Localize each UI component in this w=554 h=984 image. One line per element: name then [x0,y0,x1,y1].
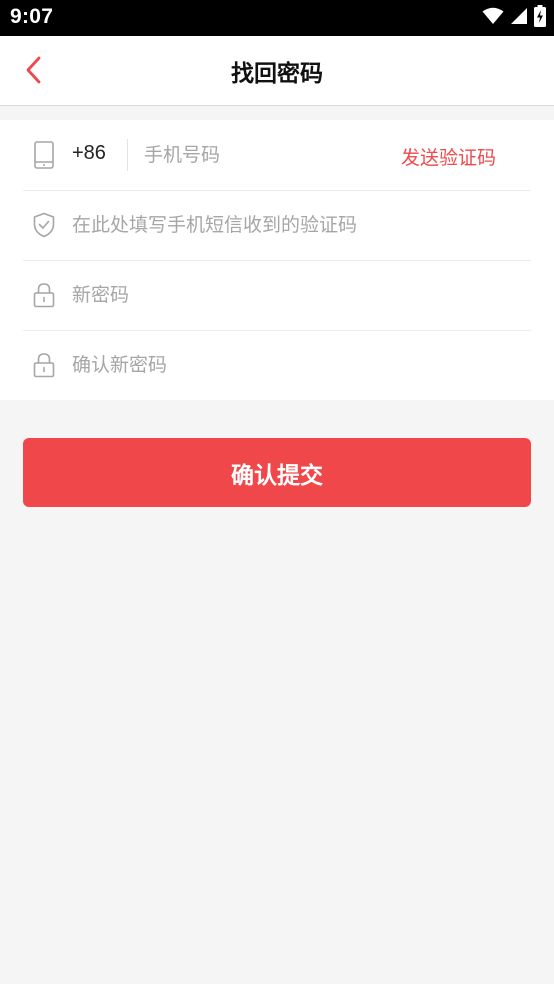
status-icons [482,5,546,31]
phone-row: +86 发送验证码 [23,120,531,191]
wifi-icon [482,7,504,29]
signal-icon [510,7,528,29]
lock-icon [31,281,57,309]
verification-code-input[interactable] [72,209,512,241]
header: 找回密码 [0,36,554,106]
new-password-input[interactable] [72,279,512,311]
confirm-password-row [23,330,531,400]
lock-icon [31,351,57,379]
new-password-row [23,260,531,331]
submit-button[interactable]: 确认提交 [23,438,531,507]
status-bar: 9:07 [0,0,554,36]
shield-check-icon [31,211,57,239]
status-time: 9:07 [10,5,54,28]
confirm-password-input[interactable] [72,349,512,381]
send-code-button[interactable]: 发送验证码 [401,143,496,170]
page-title: 找回密码 [231,61,323,87]
password-reset-form: +86 发送验证码 [0,120,554,400]
divider [127,139,128,171]
phone-input[interactable] [144,139,374,171]
country-code[interactable]: +86 [72,142,106,165]
verification-code-row [23,190,531,261]
battery-charging-icon [534,5,546,31]
phone-icon [31,141,57,169]
